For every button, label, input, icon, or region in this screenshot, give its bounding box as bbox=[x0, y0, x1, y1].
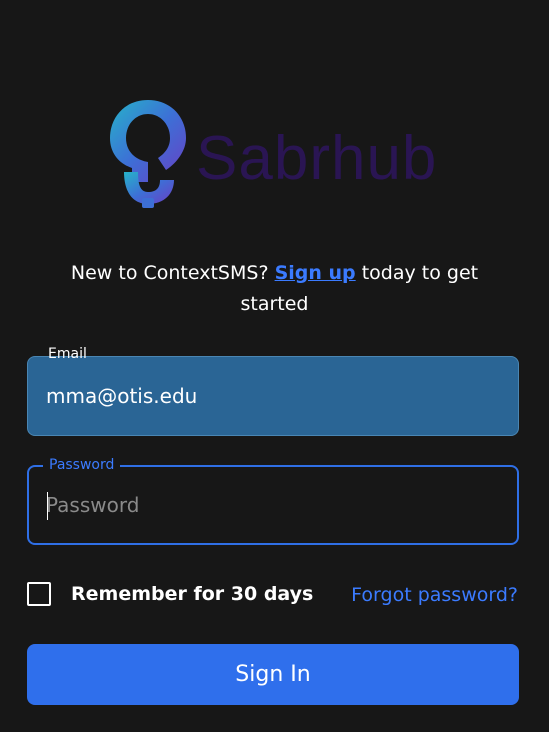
login-page: Sabrhub New to ContextSMS? Sign up today… bbox=[0, 0, 549, 732]
signup-link[interactable]: Sign up bbox=[275, 262, 356, 284]
remember-checkbox[interactable] bbox=[27, 582, 51, 606]
sign-in-button[interactable]: Sign In bbox=[27, 644, 519, 705]
remember-label: Remember for 30 days bbox=[71, 583, 314, 605]
brand-name: Sabrhub bbox=[196, 124, 438, 193]
signup-prompt: New to ContextSMS? Sign up today to get … bbox=[40, 258, 509, 320]
remember-me: Remember for 30 days bbox=[27, 582, 313, 606]
password-field[interactable]: Password bbox=[27, 456, 519, 545]
brand-logo: Sabrhub bbox=[104, 92, 444, 216]
signup-prefix: New to ContextSMS? bbox=[70, 262, 269, 284]
email-input[interactable] bbox=[46, 357, 496, 435]
text-caret bbox=[47, 492, 48, 520]
password-input[interactable] bbox=[46, 467, 496, 543]
forgot-password-link[interactable]: Forgot password? bbox=[351, 582, 518, 608]
email-field[interactable]: Email bbox=[27, 346, 519, 436]
